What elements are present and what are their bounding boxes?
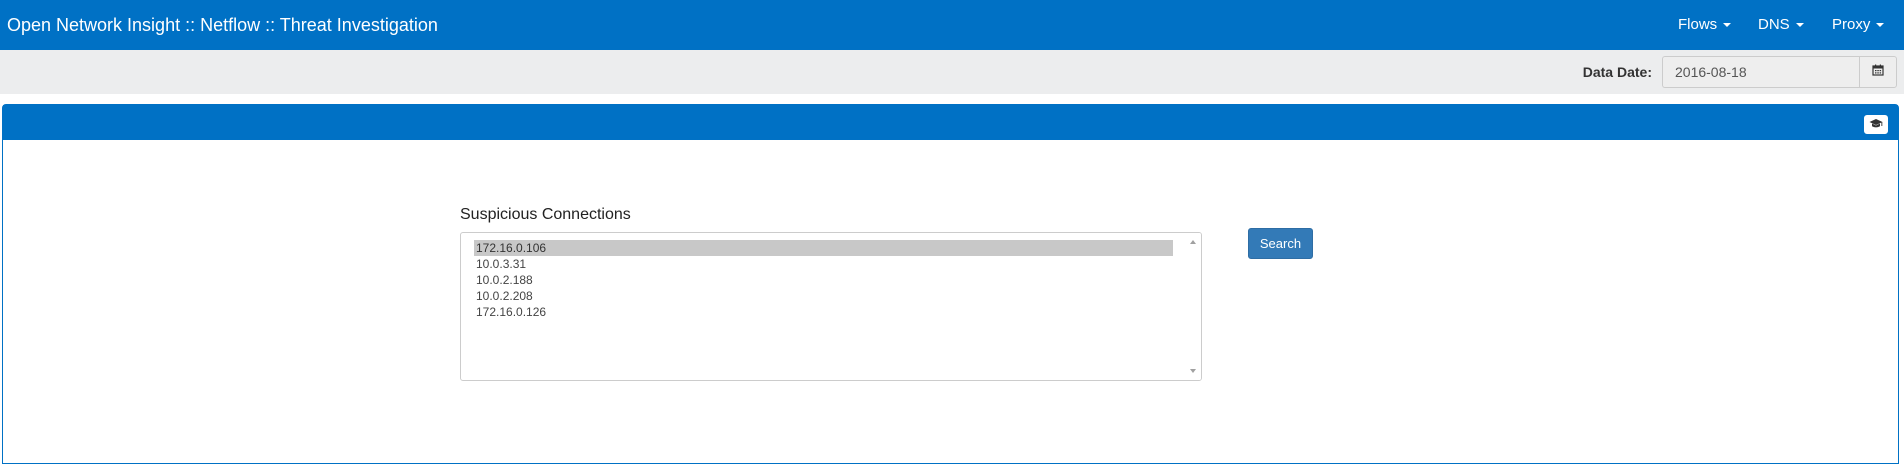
panel-heading [3, 105, 1898, 140]
suspicious-connections-listbox[interactable]: 172.16.0.106 10.0.3.31 10.0.2.188 10.0.2… [460, 232, 1202, 381]
list-item[interactable]: 172.16.0.126 [474, 304, 1173, 320]
graduation-cap-icon [1869, 116, 1883, 134]
listbox-scrollbar[interactable] [1185, 233, 1201, 380]
caret-down-icon [1795, 23, 1804, 28]
suspicious-connections-label: Suspicious Connections [460, 206, 631, 223]
nav-menu-flows-label: Flows [1678, 16, 1718, 33]
scroll-up-icon[interactable] [1190, 240, 1196, 244]
panel-toggle-button[interactable] [1864, 115, 1888, 134]
list-item[interactable]: 10.0.2.208 [474, 288, 1173, 304]
search-button[interactable]: Search [1248, 228, 1313, 259]
calendar-icon [1872, 63, 1884, 81]
top-navbar: Open Network Insight :: Netflow :: Threa… [0, 0, 1904, 50]
nav-menu-dns[interactable]: DNS [1758, 17, 1804, 33]
date-toolbar: Data Date: [0, 50, 1904, 94]
page-title[interactable]: Open Network Insight :: Netflow :: Threa… [7, 15, 438, 35]
nav-menu-dns-label: DNS [1758, 16, 1790, 33]
calendar-button[interactable] [1859, 56, 1897, 88]
list-item[interactable]: 10.0.3.31 [474, 256, 1173, 272]
data-date-input[interactable] [1662, 56, 1859, 88]
nav-menu-flows[interactable]: Flows [1678, 16, 1732, 33]
nav-menu-proxy[interactable]: Proxy [1832, 16, 1885, 33]
data-date-label: Data Date: [1582, 64, 1652, 80]
list-item[interactable]: 10.0.2.188 [474, 272, 1173, 288]
nav-menu-proxy-label: Proxy [1832, 16, 1871, 33]
caret-down-icon [1876, 23, 1885, 28]
caret-down-icon [1723, 23, 1732, 28]
scroll-down-icon[interactable] [1190, 369, 1196, 373]
list-item[interactable]: 172.16.0.106 [474, 240, 1173, 256]
